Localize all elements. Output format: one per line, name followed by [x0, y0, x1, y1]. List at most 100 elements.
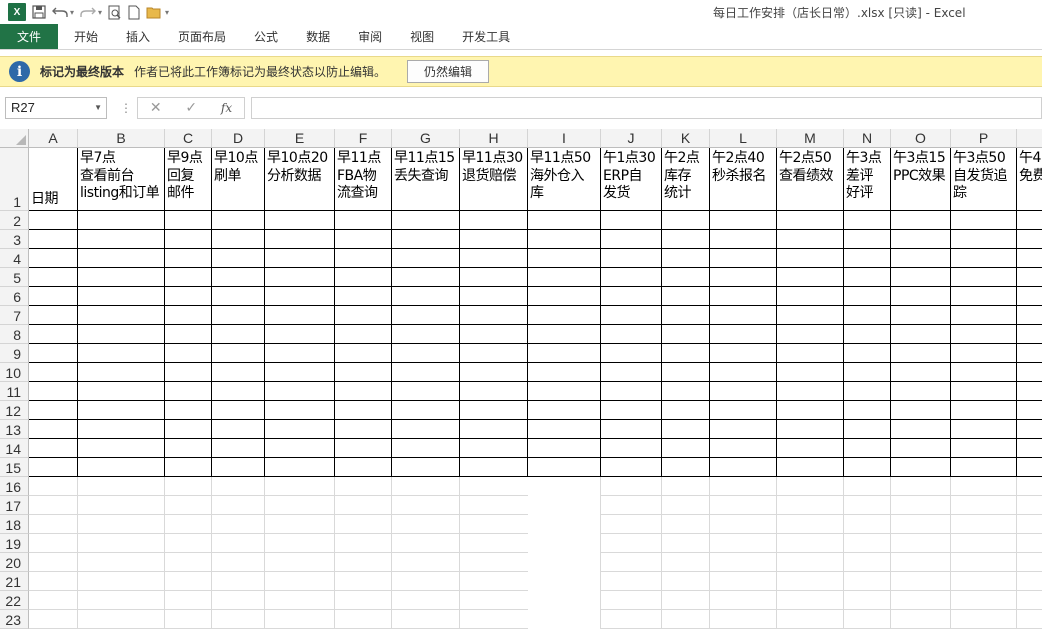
grid-cell[interactable] [951, 534, 1017, 553]
row-header[interactable]: 5 [0, 268, 29, 287]
grid-cell[interactable] [335, 515, 392, 534]
grid-cell[interactable] [392, 477, 460, 496]
grid-cell[interactable] [335, 230, 392, 249]
grid-cell[interactable] [212, 591, 265, 610]
grid-cell[interactable] [392, 249, 460, 268]
grid-cell[interactable] [165, 591, 212, 610]
grid-cell[interactable] [165, 344, 212, 363]
grid-cell[interactable] [392, 306, 460, 325]
grid-cell[interactable] [165, 477, 212, 496]
name-box[interactable]: R27 ▼ [5, 97, 107, 119]
grid-cell[interactable] [528, 287, 601, 306]
grid-cell[interactable] [662, 287, 710, 306]
grid-cell[interactable] [335, 439, 392, 458]
grid-cell[interactable] [662, 572, 710, 591]
grid-cell[interactable] [78, 230, 165, 249]
grid-cell[interactable] [528, 211, 601, 230]
header-cell[interactable]: 午2点 库存 统计 [662, 148, 710, 211]
grid-cell[interactable] [78, 572, 165, 591]
grid-cell[interactable] [335, 325, 392, 344]
grid-cell[interactable] [844, 211, 891, 230]
header-cell[interactable]: 早11点 FBA物 流查询 [335, 148, 392, 211]
grid-cell[interactable] [662, 591, 710, 610]
grid-cell[interactable] [265, 572, 335, 591]
grid-cell[interactable] [601, 572, 662, 591]
grid-cell[interactable] [78, 268, 165, 287]
grid-cell[interactable] [29, 553, 78, 572]
grid-cell[interactable] [710, 230, 777, 249]
grid-cell[interactable] [29, 230, 78, 249]
column-header[interactable]: I [528, 129, 601, 148]
grid-cell[interactable] [777, 211, 844, 230]
grid-cell[interactable] [212, 211, 265, 230]
tab-data[interactable]: 数据 [294, 24, 342, 49]
redo-dropdown-icon[interactable]: ▾ [98, 3, 102, 21]
grid-cell[interactable] [265, 382, 335, 401]
grid-cell[interactable] [460, 477, 528, 496]
grid-cell[interactable] [78, 363, 165, 382]
grid-cell[interactable] [662, 553, 710, 572]
grid-cell[interactable] [891, 496, 951, 515]
grid-cell[interactable] [891, 477, 951, 496]
grid-cell[interactable] [212, 401, 265, 420]
grid-cell[interactable] [662, 249, 710, 268]
grid-cell[interactable] [662, 496, 710, 515]
grid-cell[interactable] [710, 439, 777, 458]
grid-cell[interactable] [1017, 401, 1042, 420]
grid-cell[interactable] [165, 496, 212, 515]
grid-cell[interactable] [951, 211, 1017, 230]
grid-cell[interactable] [662, 344, 710, 363]
grid-cell[interactable] [29, 496, 78, 515]
grid-cell[interactable] [1017, 496, 1042, 515]
grid-cell[interactable] [528, 515, 601, 534]
tab-view[interactable]: 视图 [398, 24, 446, 49]
grid-cell[interactable] [1017, 211, 1042, 230]
grid-cell[interactable] [777, 458, 844, 477]
grid-cell[interactable] [710, 553, 777, 572]
grid-cell[interactable] [78, 610, 165, 629]
grid-cell[interactable] [601, 363, 662, 382]
grid-cell[interactable] [265, 496, 335, 515]
grid-cell[interactable] [212, 268, 265, 287]
row-header[interactable]: 7 [0, 306, 29, 325]
row-header[interactable]: 6 [0, 287, 29, 306]
grid-cell[interactable] [1017, 363, 1042, 382]
header-cell[interactable]: 午2点50 查看绩效 [777, 148, 844, 211]
grid-cell[interactable] [777, 610, 844, 629]
grid-cell[interactable] [212, 306, 265, 325]
grid-cell[interactable] [601, 287, 662, 306]
column-header[interactable]: A [29, 129, 78, 148]
grid-cell[interactable] [601, 420, 662, 439]
grid-cell[interactable] [710, 420, 777, 439]
grid-cell[interactable] [710, 249, 777, 268]
grid-cell[interactable] [392, 211, 460, 230]
grid-cell[interactable] [1017, 230, 1042, 249]
grid-cell[interactable] [891, 344, 951, 363]
grid-cell[interactable] [844, 496, 891, 515]
grid-cell[interactable] [951, 496, 1017, 515]
grid-cell[interactable] [78, 249, 165, 268]
grid-cell[interactable] [165, 230, 212, 249]
grid-cell[interactable] [844, 610, 891, 629]
grid-cell[interactable] [212, 230, 265, 249]
save-icon[interactable] [32, 3, 46, 21]
header-cell[interactable]: 午4 免费 [1017, 148, 1042, 211]
grid-cell[interactable] [335, 610, 392, 629]
grid-cell[interactable] [392, 553, 460, 572]
grid-cell[interactable] [951, 306, 1017, 325]
print-preview-icon[interactable] [108, 3, 122, 21]
grid-cell[interactable] [528, 249, 601, 268]
grid-cell[interactable] [165, 572, 212, 591]
grid-cell[interactable] [265, 420, 335, 439]
grid-cell[interactable] [460, 382, 528, 401]
row-header[interactable]: 1 [0, 148, 29, 211]
grid-cell[interactable] [1017, 439, 1042, 458]
grid-cell[interactable] [460, 306, 528, 325]
grid-cell[interactable] [392, 287, 460, 306]
grid-cell[interactable] [335, 458, 392, 477]
grid-cell[interactable] [528, 325, 601, 344]
grid-cell[interactable] [951, 230, 1017, 249]
grid-cell[interactable] [265, 477, 335, 496]
grid-cell[interactable] [265, 591, 335, 610]
grid-cell[interactable] [777, 306, 844, 325]
